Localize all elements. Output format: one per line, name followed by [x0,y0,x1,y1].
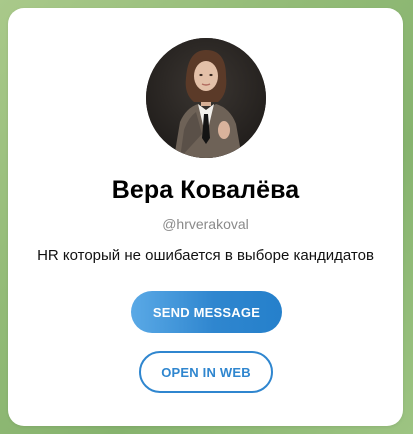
profile-bio: HR который не ошибается в выборе кандида… [37,247,374,264]
open-in-web-label: OPEN IN WEB [161,364,251,380]
profile-username: @hrverakoval [162,216,249,232]
avatar [146,38,266,158]
open-in-web-button[interactable]: OPEN IN WEB [139,351,273,393]
send-message-label: SEND MESSAGE [152,304,261,320]
avatar-photo-icon [146,38,266,158]
send-message-button[interactable]: SEND MESSAGE [131,291,282,333]
profile-name: Вера Ковалёва [111,176,300,204]
profile-card: Вера Ковалёва @hrverakoval HR который не… [8,8,403,426]
